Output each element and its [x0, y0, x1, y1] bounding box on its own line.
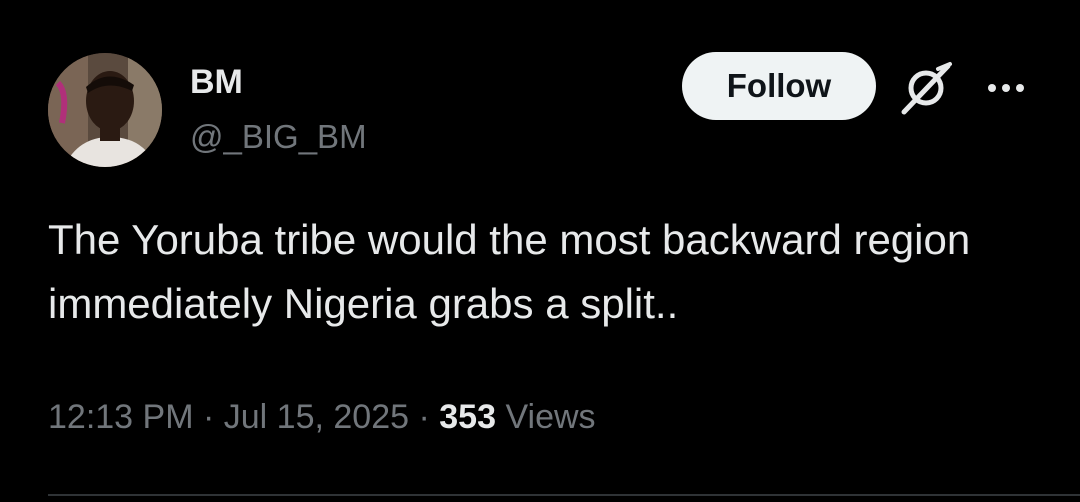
- avatar[interactable]: [48, 53, 162, 167]
- divider: [48, 494, 1080, 496]
- views-label[interactable]: Views: [505, 398, 595, 436]
- follow-button[interactable]: Follow: [682, 52, 876, 120]
- tweet-detail: BM @_BIG_BM Follow The Yoruba tribe woul…: [0, 0, 1080, 502]
- grok-icon[interactable]: [898, 60, 954, 116]
- author-display-name[interactable]: BM: [190, 62, 243, 102]
- views-count[interactable]: 353: [439, 398, 496, 436]
- meta-separator: ·: [202, 398, 215, 436]
- meta-separator: ·: [418, 398, 430, 436]
- tweet-time[interactable]: 12:13 PM: [48, 398, 194, 436]
- avatar-photo-icon: [48, 53, 162, 167]
- author-handle[interactable]: @_BIG_BM: [190, 117, 367, 157]
- more-icon[interactable]: [984, 70, 1028, 106]
- tweet-meta: 12:13 PM · Jul 15, 2025 · 353 Views: [48, 392, 596, 442]
- tweet-text: The Yoruba tribe would the most backward…: [48, 216, 971, 327]
- tweet-date[interactable]: Jul 15, 2025: [224, 398, 409, 436]
